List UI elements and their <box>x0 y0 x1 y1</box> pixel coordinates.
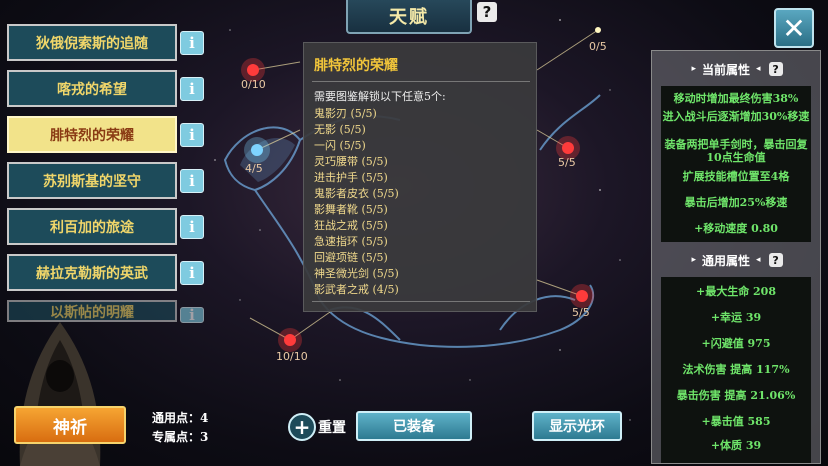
page-title: 天赋 <box>346 0 472 34</box>
special-points: 专属点：3 <box>152 428 208 445</box>
info-icon[interactable]: i <box>180 169 204 193</box>
talent-item-0[interactable]: 狄俄倪索斯的追随 <box>7 24 177 61</box>
node-label-left-top: 0/10 <box>241 78 266 91</box>
arrow-left-icon: ◂ <box>756 64 761 74</box>
current-attrs-heading: 当前属性 <box>701 62 750 77</box>
talent-item-4[interactable]: 利百加的旅途 <box>7 208 177 245</box>
requirement-item: 急速指环 (5/5) <box>314 235 388 248</box>
general-attr-item: +最大生命 208 <box>695 285 776 298</box>
talent-item-5[interactable]: 赫拉克勒斯的英武 <box>7 254 177 291</box>
node-label-right-low: 5/5 <box>572 306 590 319</box>
current-attr-item: 移动时增加最终伤害38% <box>673 92 799 105</box>
show-halo-button[interactable]: 显示光环 <box>532 411 622 441</box>
special-points-value: 3 <box>200 430 209 444</box>
info-icon[interactable]: i <box>180 123 204 147</box>
tooltip-divider <box>312 301 530 302</box>
talent-item-3[interactable]: 苏别斯基的坚守 <box>7 162 177 199</box>
special-points-label: 专属点： <box>152 430 201 444</box>
talent-item-2-selected[interactable]: 腓特烈的荣耀 <box>7 116 177 153</box>
general-attr-item: +暴击值 585 <box>701 415 771 428</box>
general-attr-item: +体质 39 <box>710 439 762 452</box>
arrow-right-icon: ▸ <box>691 255 696 265</box>
requirement-item: 影舞者靴 (5/5) <box>314 203 388 216</box>
title-help-icon[interactable]: ? <box>477 2 497 22</box>
attributes-panel: ▸ 当前属性 ◂ ? 移动时增加最终伤害38% 进入战斗后逐渐增加30%移速 装… <box>651 50 821 464</box>
current-attr-item: 暴击后增加25%移速 <box>684 196 788 209</box>
requirement-item: 影武者之戒 (4/5) <box>314 283 399 296</box>
current-attr-item: 扩展技能槽位置至4格 <box>682 170 790 183</box>
requirement-item: 回避项链 (5/5) <box>314 251 388 264</box>
general-attr-item: +幸运 39 <box>710 311 762 324</box>
general-points: 通用点：4 <box>152 409 208 426</box>
current-attrs-help-icon[interactable]: ? <box>768 62 783 76</box>
current-attrs-header: ▸ 当前属性 ◂ ? <box>652 59 822 79</box>
reset-button[interactable]: + 重置 <box>288 412 346 442</box>
tooltip-divider <box>312 81 530 82</box>
equipped-button[interactable]: 已装备 <box>356 411 472 441</box>
current-attrs-list: 移动时增加最终伤害38% 进入战斗后逐渐增加30%移速 装备两把单手剑时，暴击回… <box>661 86 811 242</box>
requirement-item: 灵巧腰带 (5/5) <box>314 155 388 168</box>
requirement-item: 进击护手 (5/5) <box>314 171 388 184</box>
general-points-value: 4 <box>200 411 209 425</box>
arrow-right-icon: ▸ <box>691 64 696 74</box>
node-label-right-mid: 5/5 <box>558 156 576 169</box>
requirement-item: 鬼影刃 (5/5) <box>314 107 377 120</box>
tooltip-title: 腓特烈的荣耀 <box>314 58 398 74</box>
pray-button[interactable]: 神祈 <box>14 406 126 444</box>
requirement-item: 无影 (5/5) <box>314 123 366 136</box>
requirement-item: 鬼影者皮衣 (5/5) <box>314 187 399 200</box>
general-points-label: 通用点： <box>152 411 201 425</box>
plus-icon: + <box>288 413 316 441</box>
talent-tooltip: 腓特烈的荣耀 需要图鉴解锁以下任意5个: 鬼影刃 (5/5) 无影 (5/5) … <box>303 42 537 312</box>
info-icon[interactable]: i <box>180 31 204 55</box>
node-label-bottom: 10/10 <box>276 350 308 363</box>
requirement-item: 一闪 (5/5) <box>314 139 366 152</box>
current-attr-item: 装备两把单手剑时，暴击回复10点生命值 <box>664 138 808 164</box>
current-attr-item: +移动速度 0.80 <box>694 222 778 235</box>
general-attrs-header: ▸ 通用属性 ◂ ? <box>652 250 822 270</box>
talent-item-1[interactable]: 喀戎的希望 <box>7 70 177 107</box>
info-icon[interactable]: i <box>180 215 204 239</box>
info-icon[interactable]: i <box>180 261 204 285</box>
general-attr-item: 暴击伤害 提高 21.06% <box>676 389 796 402</box>
general-attrs-list: +最大生命 208 +幸运 39 +闪避值 975 法术伤害 提高 117% 暴… <box>661 277 811 463</box>
general-attrs-help-icon[interactable]: ? <box>768 253 783 267</box>
general-attr-item: 法术伤害 提高 117% <box>682 363 790 376</box>
tooltip-description: 需要图鉴解锁以下任意5个: <box>314 90 446 103</box>
info-icon[interactable]: i <box>180 307 204 323</box>
info-icon[interactable]: i <box>180 77 204 101</box>
reset-label: 重置 <box>318 420 346 436</box>
general-attr-item: +闪避值 975 <box>701 337 771 350</box>
arrow-left-icon: ◂ <box>756 255 761 265</box>
general-attrs-heading: 通用属性 <box>701 253 750 268</box>
requirement-item: 神圣微光剑 (5/5) <box>314 267 399 280</box>
node-label-top-right: 0/5 <box>589 40 607 53</box>
current-attr-item: 进入战斗后逐渐增加30%移速 <box>662 110 810 123</box>
requirement-item: 狂战之戒 (5/5) <box>314 219 388 232</box>
close-button[interactable]: ✕ <box>774 8 814 48</box>
node-label-left-mid: 4/5 <box>245 162 263 175</box>
